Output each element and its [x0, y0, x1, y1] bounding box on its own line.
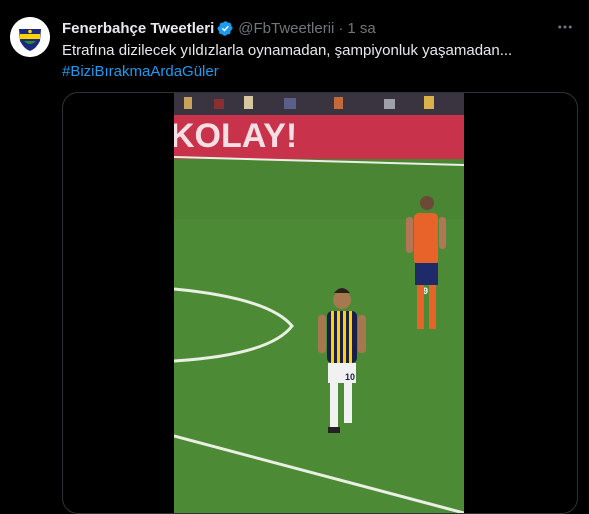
tweet-header: Fenerbahçe Tweetleri @FbTweetlerii · 1 s…: [62, 18, 376, 38]
timestamp[interactable]: 1 sa: [347, 20, 375, 37]
hashtag-link[interactable]: #BiziBırakmaArdaGüler: [62, 61, 572, 82]
tweet[interactable]: Fenerbahçe Tweetleri @FbTweetlerii · 1 s…: [0, 0, 589, 514]
author-name[interactable]: Fenerbahçe Tweetleri: [62, 20, 214, 37]
video-player[interactable]: KOLAY! 59: [174, 93, 464, 513]
author-handle[interactable]: @FbTweetlerii: [238, 20, 334, 37]
tweet-text: Etrafına dizilecek yıldızlarla oynamadan…: [62, 40, 572, 82]
avatar[interactable]: [10, 17, 50, 57]
banner-text: KOLAY!: [174, 117, 297, 155]
tweet-body: Etrafına dizilecek yıldızlarla oynamadan…: [62, 42, 513, 59]
verified-badge-icon[interactable]: [217, 20, 234, 37]
media-container[interactable]: KOLAY! 59: [62, 92, 578, 514]
player-front-number: 10: [345, 372, 355, 382]
more-options-icon[interactable]: [555, 18, 575, 36]
fenerbahce-logo-icon: [10, 17, 50, 57]
video-frame: KOLAY! 59: [174, 93, 464, 513]
separator-dot: ·: [338, 19, 344, 37]
